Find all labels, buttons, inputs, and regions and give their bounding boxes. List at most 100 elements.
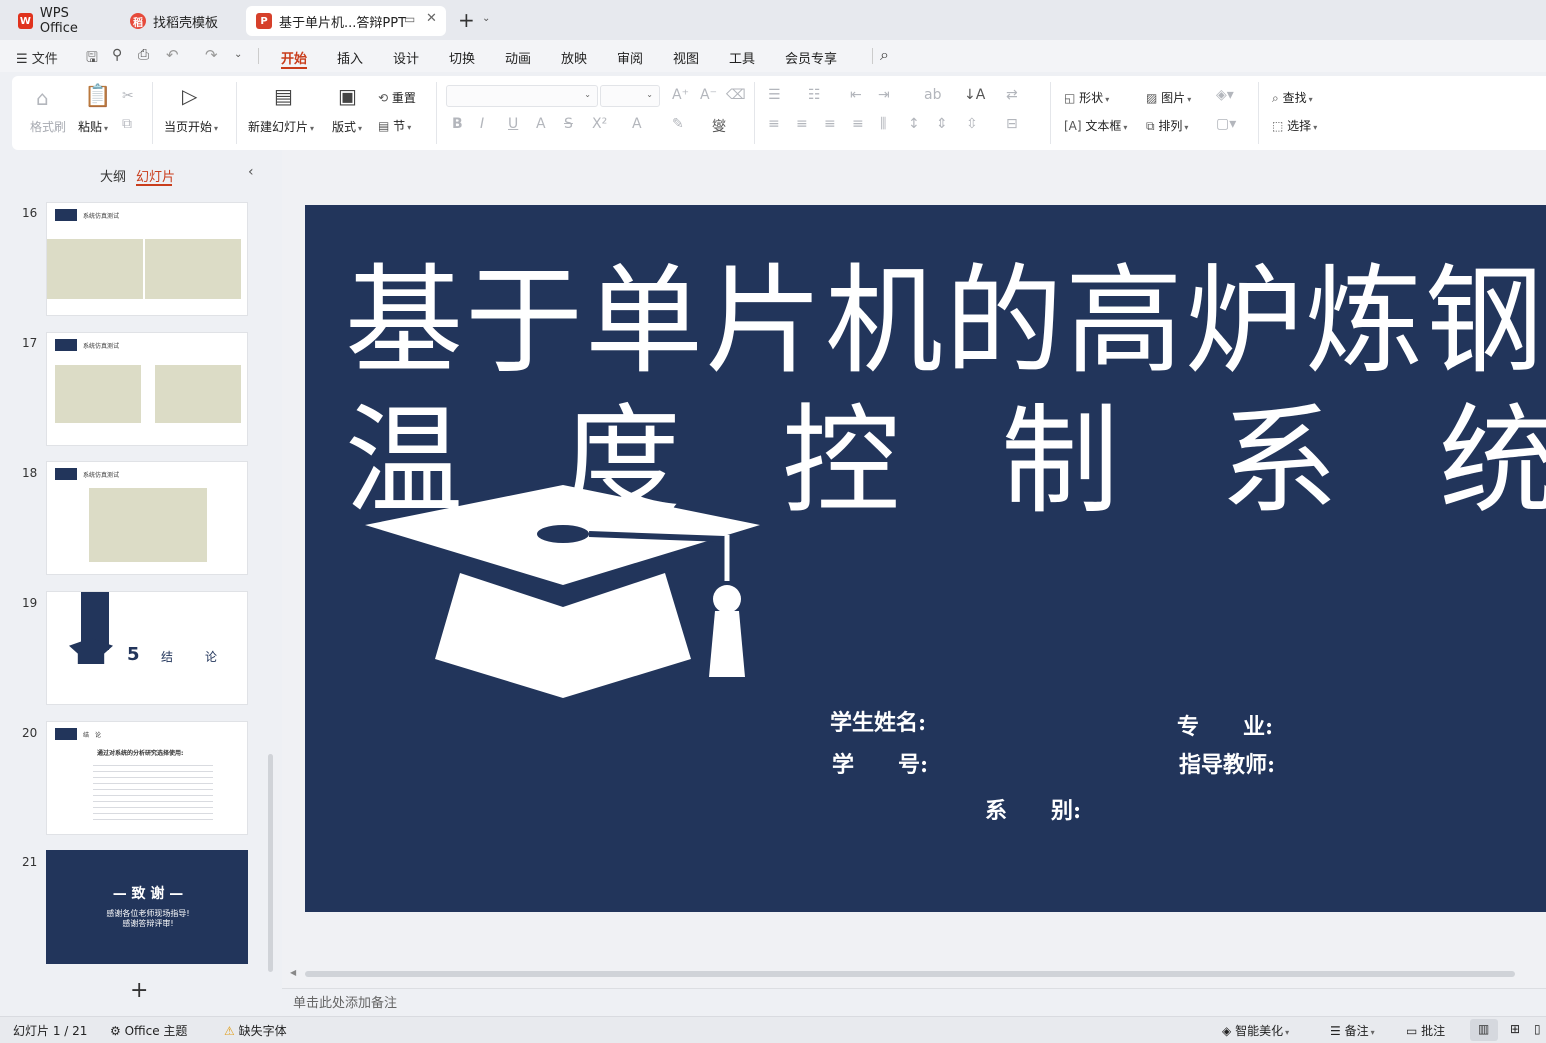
normal-view-icon: ▥: [1478, 1022, 1490, 1036]
slide-sorter-icon[interactable]: ⊞: [1510, 1022, 1520, 1036]
collapse-panel-icon[interactable]: ‹: [248, 164, 254, 180]
tab-docer-templates[interactable]: 稻 找稻壳模板: [120, 6, 242, 36]
text-direction-icon[interactable]: ab: [924, 87, 941, 103]
numbered-list-icon[interactable]: ☷: [808, 87, 821, 103]
menu-tools[interactable]: 工具: [729, 48, 755, 67]
panel-scrollbar[interactable]: [268, 754, 273, 972]
layout-button[interactable]: 版式 ▾: [332, 118, 362, 135]
line-spacing-icon[interactable]: ↕: [908, 116, 920, 132]
menu-review[interactable]: 审阅: [617, 48, 643, 67]
outline-icon[interactable]: ▢▾: [1216, 116, 1236, 132]
scroll-left-icon[interactable]: ◀: [290, 968, 296, 977]
fill-icon[interactable]: ◈▾: [1216, 87, 1234, 103]
sort-icon[interactable]: ↓A: [964, 87, 985, 103]
new-slide-button[interactable]: 新建幻灯片 ▾: [248, 118, 314, 135]
textbox-button[interactable]: [A] 文本框 ▾: [1064, 117, 1127, 134]
slide-thumbnail-16[interactable]: 系统仿真测试: [46, 202, 248, 316]
shadow-icon[interactable]: A: [536, 116, 546, 132]
bullet-list-icon[interactable]: ☰: [768, 87, 781, 103]
find-button[interactable]: ⌕ 查找 ▾: [1272, 89, 1313, 106]
reading-view-icon[interactable]: ▯: [1534, 1022, 1541, 1036]
search-icon[interactable]: ⌕: [880, 45, 889, 65]
shape-button[interactable]: ◱ 形状 ▾: [1064, 89, 1109, 106]
decrease-indent-icon[interactable]: ⇤: [850, 87, 862, 103]
horizontal-scrollbar[interactable]: [305, 971, 1515, 977]
menu-animation[interactable]: 动画: [505, 48, 531, 67]
share-icon[interactable]: ⚲: [112, 47, 122, 63]
arrange-button[interactable]: ⧉ 排列 ▾: [1146, 117, 1188, 134]
chevron-down-icon[interactable]: ⌄: [234, 49, 242, 60]
tab-outline[interactable]: 大纲: [100, 166, 126, 185]
tab-slides[interactable]: 幻灯片: [136, 166, 175, 185]
shrink-font-icon[interactable]: A⁻: [700, 87, 717, 103]
format-painter-button[interactable]: 格式刷: [30, 118, 66, 135]
slide-thumbnail-21[interactable]: — 致 谢 — 感谢各位老师现场指导! 感谢答辩评审!: [46, 850, 248, 964]
theme-button[interactable]: ⚙ Office 主题: [110, 1022, 187, 1039]
print-preview-icon[interactable]: ⎙: [138, 47, 149, 63]
text-box-align-icon[interactable]: ⊟: [1006, 116, 1018, 132]
chevron-down-icon[interactable]: ⌄: [482, 13, 490, 24]
play-from-current-button[interactable]: 当页开始 ▾: [164, 118, 218, 135]
menu-transition[interactable]: 切换: [449, 48, 475, 67]
add-slide-button[interactable]: +: [130, 978, 148, 1003]
menu-slideshow[interactable]: 放映: [561, 48, 587, 67]
paste-button[interactable]: 粘贴 ▾: [78, 118, 108, 135]
align-center-icon[interactable]: ≡: [796, 116, 808, 132]
tab-screen-icon[interactable]: ▭: [404, 12, 415, 26]
paragraph-spacing-icon[interactable]: ⇕: [936, 116, 948, 132]
menu-insert[interactable]: 插入: [337, 48, 363, 67]
copy-icon[interactable]: ⧉: [122, 116, 132, 132]
section-button[interactable]: ▤ 节 ▾: [378, 117, 411, 134]
increase-indent-icon[interactable]: ⇥: [878, 87, 890, 103]
italic-icon[interactable]: I: [480, 116, 484, 132]
notes-area[interactable]: 单击此处添加备注: [282, 988, 1546, 1016]
slide-thumbnail-20[interactable]: 结 论 通过对系统的分析研究选择使用:: [46, 721, 248, 835]
clear-format-icon[interactable]: ⌫: [726, 87, 746, 103]
justify-icon[interactable]: ≡: [852, 116, 864, 132]
slide-thumbnail-17[interactable]: 系统仿真测试: [46, 332, 248, 446]
slide-canvas[interactable]: 基于单片机的高炉炼钢 温 度 控 制 系 统 学生姓名: 专 业: 学 号: 指…: [305, 205, 1546, 912]
redo-icon[interactable]: ↷: [205, 46, 218, 64]
strikethrough-icon[interactable]: S: [564, 116, 573, 132]
font-family-select[interactable]: ⌄: [446, 85, 598, 107]
comments-button[interactable]: ▭ 批注: [1406, 1022, 1445, 1039]
menu-home[interactable]: 开始: [281, 48, 307, 67]
font-color-icon[interactable]: A: [632, 116, 642, 132]
vertical-align-icon[interactable]: ⇳: [966, 116, 978, 132]
slide-thumbnail-18[interactable]: 系统仿真测试: [46, 461, 248, 575]
file-menu[interactable]: ☰ 文件: [16, 48, 58, 67]
reset-button[interactable]: ⟲ 重置: [378, 89, 416, 106]
menu-member[interactable]: 会员专享: [785, 48, 837, 67]
underline-icon[interactable]: U: [508, 116, 518, 132]
file-menu-label: 文件: [31, 52, 58, 67]
char-spacing-icon[interactable]: 燮: [712, 116, 726, 136]
beautify-button[interactable]: ◈ 智能美化 ▾: [1222, 1022, 1289, 1039]
convert-icon[interactable]: ⇄: [1006, 87, 1018, 103]
cut-icon[interactable]: ✂: [122, 88, 134, 104]
menu-design[interactable]: 设计: [393, 48, 419, 67]
new-tab-icon[interactable]: +: [458, 8, 475, 32]
menu-view[interactable]: 视图: [673, 48, 699, 67]
columns-icon[interactable]: ⫼: [880, 116, 886, 132]
grow-font-icon[interactable]: A⁺: [672, 87, 689, 103]
undo-icon[interactable]: ↶: [166, 46, 179, 64]
superscript-icon[interactable]: X²: [592, 116, 607, 132]
highlight-icon[interactable]: ✎: [672, 116, 684, 132]
missing-font-button[interactable]: ⚠ 缺失字体: [224, 1022, 287, 1039]
close-icon[interactable]: ✕: [426, 11, 437, 26]
font-size-select[interactable]: ⌄: [600, 85, 660, 107]
picture-button[interactable]: ▨ 图片 ▾: [1146, 89, 1191, 106]
tab-wps-office[interactable]: W WPS Office: [8, 6, 116, 36]
align-right-icon[interactable]: ≡: [824, 116, 836, 132]
cap-icon: [55, 728, 77, 740]
save-icon[interactable]: 🖫: [86, 47, 98, 71]
select-button[interactable]: ⬚ 选择 ▾: [1272, 117, 1317, 134]
tab-current-presentation[interactable]: P 基于单片机...答辩PPT ▭ ✕: [246, 6, 446, 36]
slide-title-line2[interactable]: 温 度 控 制 系 统: [345, 365, 1546, 530]
bold-icon[interactable]: B: [452, 116, 463, 132]
align-left-icon[interactable]: ≡: [768, 116, 780, 132]
normal-view-button[interactable]: ▥: [1470, 1019, 1498, 1041]
thumb-body: 通过对系统的分析研究选择使用:: [97, 750, 184, 757]
slide-thumbnail-19[interactable]: 5 结 论: [46, 591, 248, 705]
notes-button[interactable]: ☰ 备注 ▾: [1330, 1022, 1375, 1039]
